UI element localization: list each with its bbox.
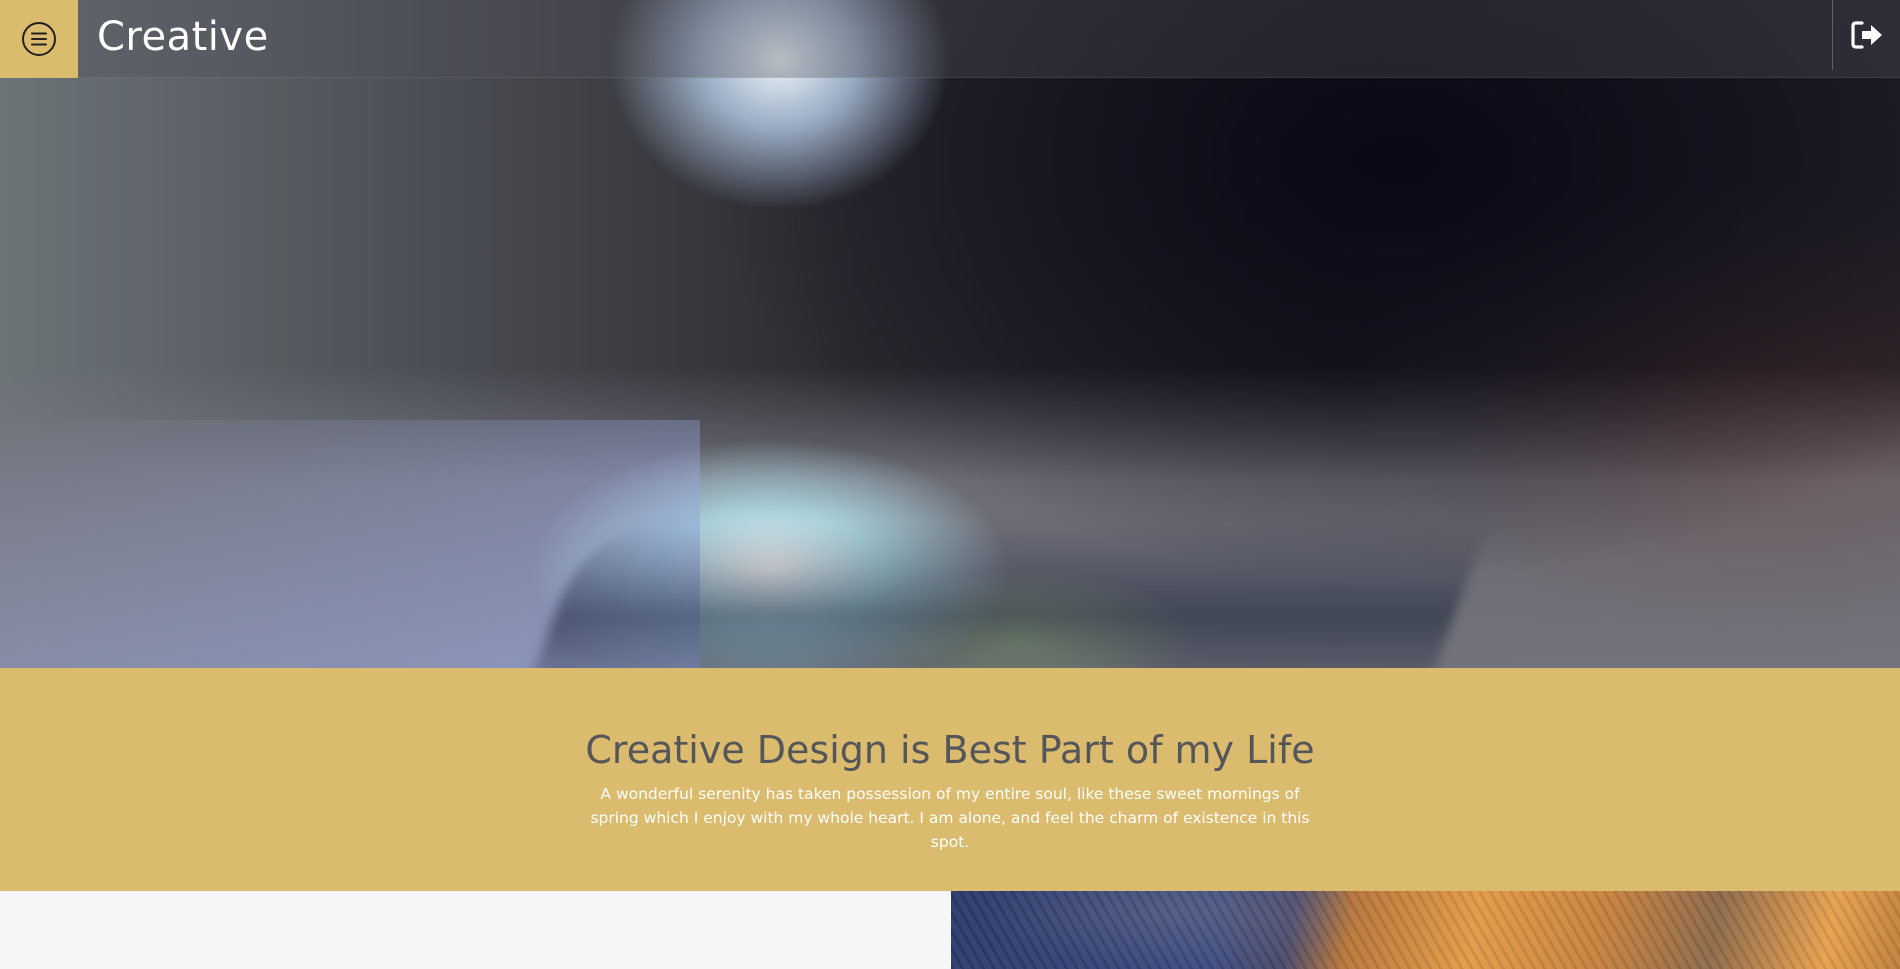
banner-title: Creative Design is Best Part of my Life (585, 728, 1315, 772)
hero-phone-shape (530, 520, 1490, 668)
intro-banner: Creative Design is Best Part of my Life … (0, 668, 1900, 891)
hero-image (0, 0, 1900, 668)
content-panel-left (0, 891, 951, 969)
sign-out-icon (1851, 21, 1882, 49)
menu-toggle-button[interactable] (0, 0, 78, 78)
content-image-right (951, 891, 1900, 969)
hamburger-circle-icon (22, 22, 56, 56)
banner-text: A wonderful serenity has taken possessio… (590, 785, 1310, 851)
brand-title[interactable]: Creative (97, 14, 269, 60)
logout-button[interactable] (1850, 18, 1884, 52)
header-divider (1832, 0, 1833, 70)
top-navigation-bar: Creative (0, 0, 1900, 78)
